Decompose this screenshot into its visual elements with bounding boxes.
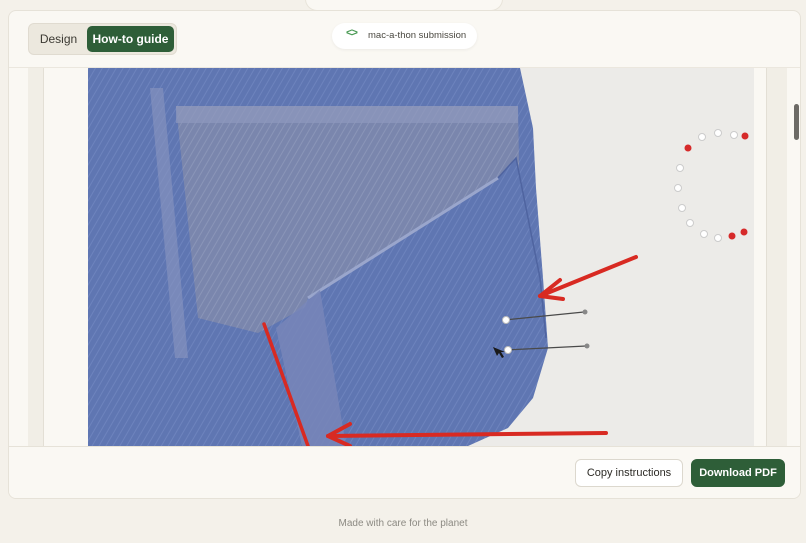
submission-badge: <> mac-a-thon submission bbox=[332, 23, 477, 49]
code-icon: <> bbox=[346, 27, 358, 39]
download-pdf-button[interactable]: Download PDF bbox=[691, 459, 785, 487]
tab-how-to-guide[interactable]: How-to guide bbox=[87, 26, 174, 52]
guide-content bbox=[9, 68, 800, 446]
copy-instructions-button[interactable]: Copy instructions bbox=[575, 459, 683, 487]
view-tab-group: Design How-to guide bbox=[28, 23, 177, 55]
action-bar: Copy instructions Download PDF bbox=[9, 446, 800, 498]
guide-photo bbox=[88, 68, 754, 446]
page-footer-text: Made with care for the planet bbox=[338, 518, 468, 529]
app-card: Design How-to guide <> mac-a-thon submis… bbox=[8, 10, 801, 499]
tab-design[interactable]: Design bbox=[31, 26, 86, 52]
header: Design How-to guide <> mac-a-thon submis… bbox=[9, 11, 800, 68]
left-gutter bbox=[28, 68, 44, 446]
right-gutter bbox=[766, 68, 787, 446]
scrollbar-thumb[interactable] bbox=[794, 104, 799, 140]
submission-label: mac-a-thon submission bbox=[368, 30, 467, 41]
denim-photo-illustration bbox=[88, 68, 754, 446]
